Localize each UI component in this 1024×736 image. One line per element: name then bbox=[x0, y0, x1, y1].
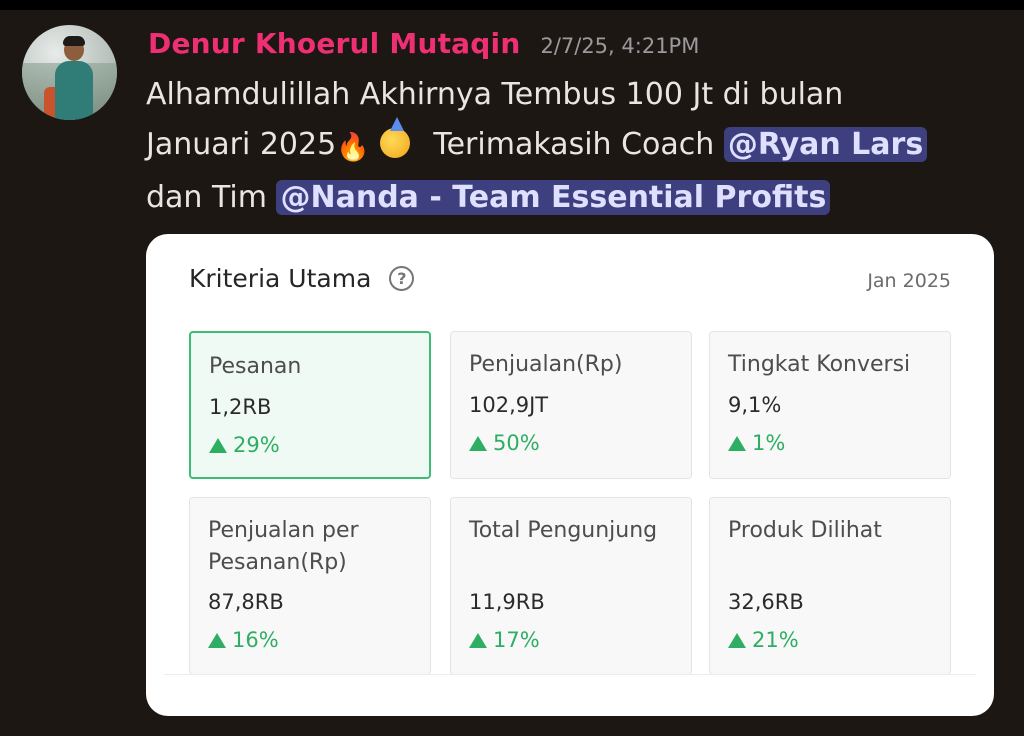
metric-label: Total Pengunjung bbox=[469, 518, 658, 543]
message-text: Alhamdulillah Akhirnya Tembus 100 Jt di … bbox=[146, 70, 946, 223]
metric-change: 16% bbox=[208, 628, 279, 652]
message-text-segment: Januari 2025 bbox=[146, 127, 337, 162]
metric-change-value: 29% bbox=[233, 433, 280, 457]
partying-face-emoji bbox=[379, 117, 410, 158]
metric-change-value: 21% bbox=[752, 628, 799, 652]
bottom-edge bbox=[0, 718, 1024, 736]
metric-card-total-pengunjung[interactable]: Total Pengunjung 11,9RB 17% bbox=[450, 497, 692, 675]
metric-card-pesanan[interactable]: Pesanan 1,2RB 29% bbox=[189, 331, 431, 479]
metric-change: 29% bbox=[209, 433, 280, 457]
metric-card-penjualan-per-pesanan[interactable]: Penjualan per Pesanan(Rp) 87,8RB 16% bbox=[189, 497, 431, 675]
metric-change: 1% bbox=[728, 431, 785, 455]
metric-card-penjualan[interactable]: Penjualan(Rp) 102,9JT 50% bbox=[450, 331, 692, 479]
help-icon[interactable]: ? bbox=[389, 266, 415, 291]
metric-change: 21% bbox=[728, 628, 799, 652]
card-divider bbox=[164, 674, 976, 675]
metric-label: Penjualan(Rp) bbox=[469, 352, 623, 377]
metric-label: Penjualan per Pesanan(Rp) bbox=[208, 518, 359, 575]
message-text-segment: dan Tim bbox=[146, 180, 267, 215]
metric-value: 1,2RB bbox=[209, 395, 272, 419]
up-triangle-icon bbox=[728, 435, 746, 451]
metric-label: Tingkat Konversi bbox=[728, 352, 911, 377]
metric-value: 9,1% bbox=[728, 393, 782, 417]
avatar-body bbox=[55, 61, 93, 120]
metric-change-value: 16% bbox=[232, 628, 279, 652]
top-strip bbox=[0, 0, 1024, 10]
fire-emoji: 🔥 bbox=[336, 132, 370, 163]
message-text-segment: Terimakasih Coach bbox=[433, 127, 715, 162]
username[interactable]: Denur Khoerul Mutaqin bbox=[148, 27, 520, 60]
metric-value: 87,8RB bbox=[208, 590, 284, 614]
metric-change-value: 17% bbox=[493, 628, 540, 652]
metric-value: 11,9RB bbox=[469, 590, 545, 614]
message-timestamp: 2/7/25, 4:21PM bbox=[540, 34, 700, 58]
metric-value: 32,6RB bbox=[728, 590, 804, 614]
card-date: Jan 2025 bbox=[867, 270, 951, 292]
metric-label: Pesanan bbox=[209, 354, 302, 379]
avatar-hair bbox=[63, 36, 85, 46]
metric-change: 17% bbox=[469, 628, 540, 652]
up-triangle-icon bbox=[209, 437, 227, 453]
metric-card-produk-dilihat[interactable]: Produk Dilihat 32,6RB 21% bbox=[709, 497, 951, 675]
message-line-1: Alhamdulillah Akhirnya Tembus 100 Jt di … bbox=[146, 77, 844, 112]
metric-label: Produk Dilihat bbox=[728, 518, 882, 543]
message-line-2: Januari 2025🔥 Terimakasih Coach @Ryan La… bbox=[146, 117, 946, 173]
card-title-text: Kriteria Utama bbox=[189, 264, 372, 293]
metric-change-value: 50% bbox=[493, 431, 540, 455]
image-attachment-card[interactable]: Kriteria Utama ? Jan 2025 Pesanan 1,2RB … bbox=[146, 234, 994, 716]
metric-card-tingkat-konversi[interactable]: Tingkat Konversi 9,1% 1% bbox=[709, 331, 951, 479]
message-line-3: dan Tim @Nanda - Team Essential Profits bbox=[146, 173, 946, 223]
metric-change: 50% bbox=[469, 431, 540, 455]
message-header: Denur Khoerul Mutaqin 2/7/25, 4:21PM bbox=[148, 27, 699, 60]
up-triangle-icon bbox=[208, 632, 226, 648]
up-triangle-icon bbox=[469, 435, 487, 451]
up-triangle-icon bbox=[469, 632, 487, 648]
card-title: Kriteria Utama ? bbox=[189, 264, 415, 293]
metric-value: 102,9JT bbox=[469, 393, 549, 417]
metric-change-value: 1% bbox=[752, 431, 786, 455]
user-avatar[interactable] bbox=[22, 25, 117, 120]
mention-nanda-team[interactable]: @Nanda - Team Essential Profits bbox=[276, 180, 831, 215]
up-triangle-icon bbox=[728, 632, 746, 648]
mention-ryan-lars[interactable]: @Ryan Lars bbox=[723, 127, 928, 162]
